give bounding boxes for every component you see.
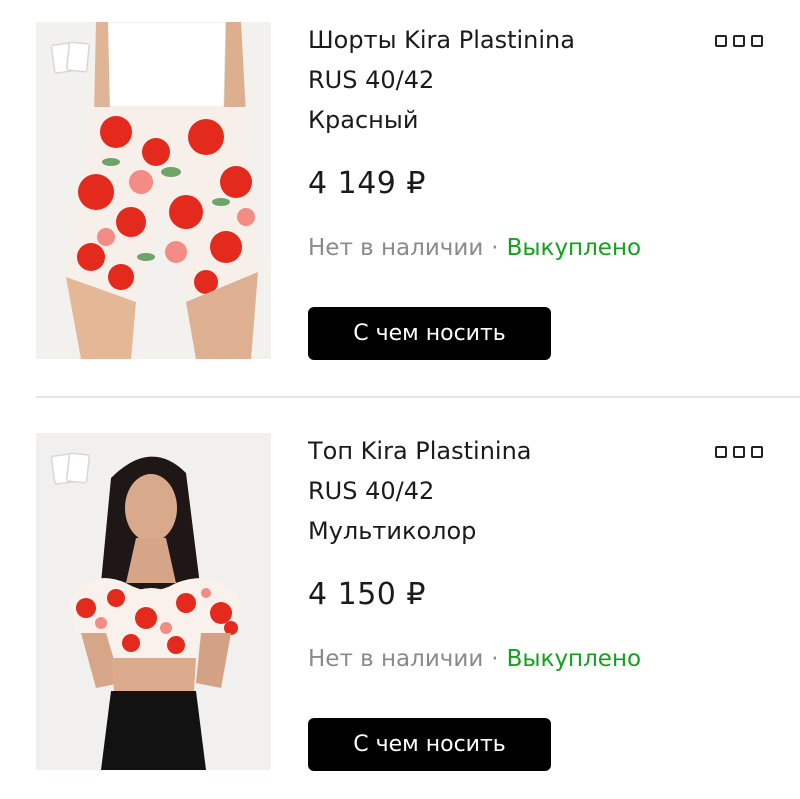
product-card: Шорты Kira Plastinina RUS 40/42 Красный … <box>0 0 800 380</box>
purchase-status: Выкуплено <box>506 235 642 261</box>
product-price: 4 150 ₽ <box>308 577 427 612</box>
menu-dot <box>751 446 763 458</box>
purchase-status: Выкуплено <box>506 646 642 672</box>
product-title[interactable]: Шорты Kira Plastinina <box>308 26 575 54</box>
stock-status: Нет в наличии <box>308 235 484 261</box>
more-options-icon[interactable] <box>715 445 763 459</box>
menu-dot <box>733 446 745 458</box>
menu-dot <box>751 35 763 47</box>
product-title[interactable]: Топ Kira Plastinina <box>308 437 532 465</box>
product-size: RUS 40/42 <box>308 66 435 94</box>
more-options-icon[interactable] <box>715 34 763 48</box>
menu-dot <box>733 35 745 47</box>
stock-status: Нет в наличии <box>308 646 484 672</box>
product-size: RUS 40/42 <box>308 477 435 505</box>
product-price: 4 149 ₽ <box>308 166 427 201</box>
status-separator: · <box>491 646 499 672</box>
menu-dot <box>715 35 727 47</box>
compare-cards-icon[interactable] <box>50 38 92 78</box>
product-status: Нет в наличии · Выкуплено <box>308 646 641 672</box>
product-photo-top[interactable] <box>36 433 271 770</box>
product-color: Красный <box>308 106 419 134</box>
status-separator: · <box>491 235 499 261</box>
compare-cards-icon[interactable] <box>50 449 92 489</box>
product-status: Нет в наличии · Выкуплено <box>308 235 641 261</box>
menu-dot <box>715 446 727 458</box>
product-photo-shorts[interactable] <box>36 22 271 359</box>
divider <box>36 396 800 398</box>
product-color: Мультиколор <box>308 517 477 545</box>
product-card: Топ Kira Plastinina RUS 40/42 Мультиколо… <box>0 411 800 791</box>
what-to-wear-button[interactable]: С чем носить <box>308 718 551 771</box>
what-to-wear-button[interactable]: С чем носить <box>308 307 551 360</box>
